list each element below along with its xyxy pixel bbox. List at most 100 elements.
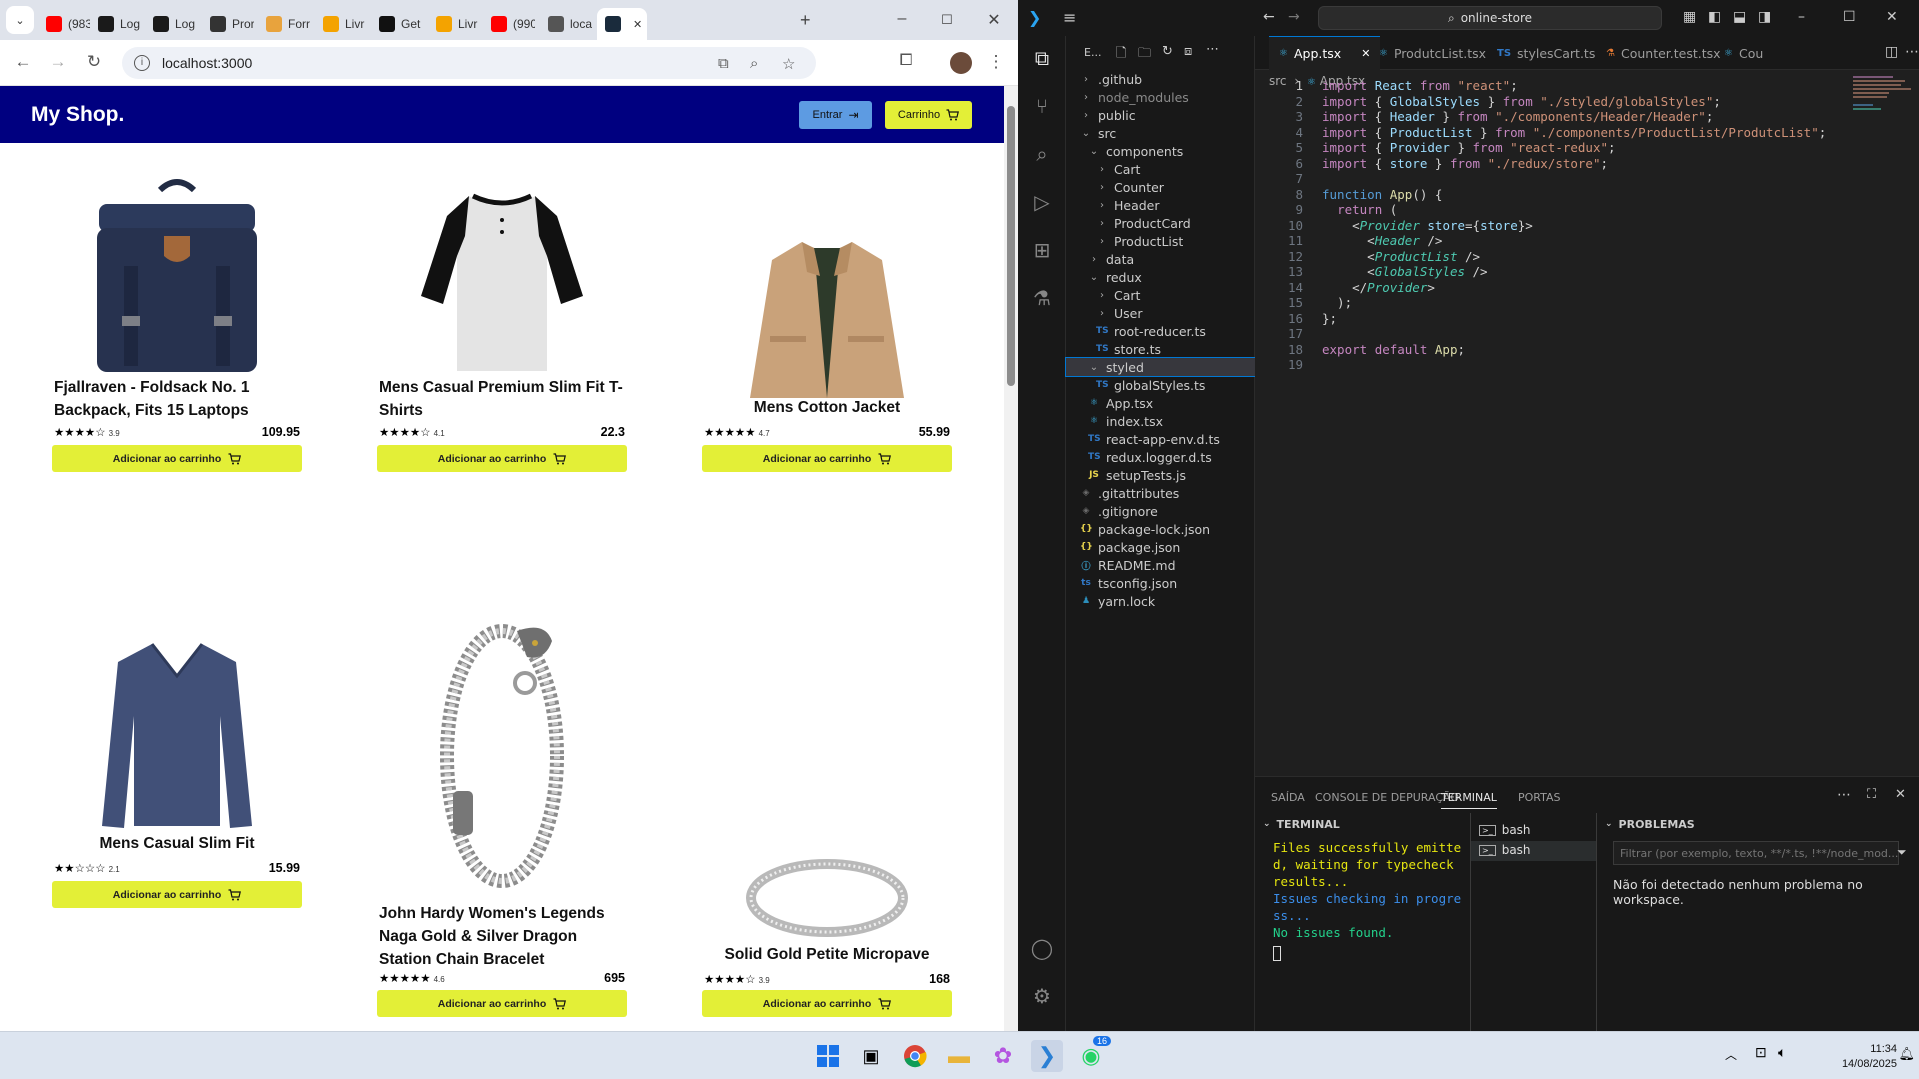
tab-output[interactable]: SAÍDA bbox=[1271, 791, 1305, 804]
tree-folder[interactable]: ⌄ redux bbox=[1066, 268, 1255, 286]
tree-file[interactable]: TS redux.logger.d.ts bbox=[1066, 448, 1255, 466]
zoom-icon[interactable]: ⌕ bbox=[750, 55, 758, 72]
tree-folder[interactable]: › public bbox=[1066, 106, 1255, 124]
browser-tab[interactable]: (990 bbox=[483, 8, 535, 40]
product-title[interactable]: Solid Gold Petite Micropave bbox=[704, 943, 950, 966]
maximize-button[interactable]: ☐ bbox=[935, 12, 959, 28]
tab-debug-console[interactable]: CONSOLE DE DEPURAÇÃO bbox=[1315, 791, 1459, 804]
add-to-cart-button[interactable]: Adicionar ao carrinho bbox=[377, 990, 627, 1017]
tree-folder[interactable]: › .github bbox=[1066, 70, 1255, 88]
tree-file[interactable]: TS root-reducer.ts bbox=[1066, 322, 1255, 340]
tab-ports[interactable]: PORTAS bbox=[1518, 791, 1561, 804]
browser-tab[interactable]: loca bbox=[540, 8, 592, 40]
toggle-panel-icon[interactable]: ⬓ bbox=[1733, 9, 1746, 25]
more-actions-icon[interactable]: ⋯ bbox=[1905, 44, 1919, 60]
new-file-icon[interactable]: 🗋 bbox=[1116, 44, 1126, 66]
shop-logo[interactable]: My Shop. bbox=[31, 103, 124, 127]
split-editor-icon[interactable]: ◫ bbox=[1885, 44, 1898, 60]
close-panel-icon[interactable]: ✕ bbox=[1895, 787, 1906, 802]
add-to-cart-button[interactable]: Adicionar ao carrinho bbox=[377, 445, 627, 472]
add-to-cart-button[interactable]: Adicionar ao carrinho bbox=[52, 445, 302, 472]
tree-file[interactable]: ◈ .gitignore bbox=[1066, 502, 1255, 520]
close-window-button[interactable]: ✕ bbox=[982, 10, 1006, 30]
close-tab-icon[interactable]: ✕ bbox=[633, 18, 642, 31]
maximize-panel-icon[interactable]: ⛶ bbox=[1867, 787, 1876, 802]
more-actions-icon[interactable]: ⋯ bbox=[1206, 42, 1219, 57]
page-scrollbar[interactable] bbox=[1004, 86, 1018, 1031]
source-control-icon[interactable]: ⑂ bbox=[1030, 94, 1054, 118]
reload-button[interactable]: ↻ bbox=[83, 52, 105, 72]
testing-icon[interactable]: ⚗ bbox=[1030, 286, 1054, 310]
tree-file[interactable]: {} package.json bbox=[1066, 538, 1255, 556]
login-button[interactable]: Entrar ⇥ bbox=[799, 101, 872, 129]
tree-folder[interactable]: › ProductList bbox=[1066, 232, 1255, 250]
windows-start-icon[interactable] bbox=[812, 1040, 844, 1072]
file-explorer-icon[interactable]: ▬ bbox=[943, 1040, 975, 1072]
vscode-taskbar-icon[interactable]: ❯ bbox=[1031, 1040, 1063, 1072]
new-folder-icon[interactable]: 🗀 bbox=[1138, 44, 1151, 66]
browser-tab[interactable]: Pror bbox=[202, 8, 254, 40]
tree-folder[interactable]: › Counter bbox=[1066, 178, 1255, 196]
refresh-icon[interactable]: ↻ bbox=[1162, 44, 1173, 59]
product-title[interactable]: John Hardy Women's Legends Naga Gold & S… bbox=[379, 902, 625, 971]
browser-tab[interactable]: Livr bbox=[428, 8, 480, 40]
browser-tab[interactable]: (983 bbox=[38, 8, 90, 40]
forward-arrow-icon[interactable]: → bbox=[1288, 9, 1300, 25]
terminal-item[interactable]: >_ bash bbox=[1479, 843, 1531, 857]
back-arrow-icon[interactable]: ← bbox=[1263, 9, 1275, 25]
scrollbar-thumb[interactable] bbox=[1007, 106, 1015, 386]
search-icon[interactable]: ⌕ bbox=[1030, 142, 1054, 166]
tab-terminal[interactable]: TERMINAL bbox=[1441, 791, 1497, 809]
tree-folder[interactable]: › User bbox=[1066, 304, 1255, 322]
toggle-secondary-sidebar-icon[interactable]: ◨ bbox=[1758, 9, 1771, 25]
tree-file[interactable]: ◈ .gitattributes bbox=[1066, 484, 1255, 502]
browser-tab[interactable]: ✕ bbox=[597, 8, 647, 40]
run-debug-icon[interactable]: ▷ bbox=[1030, 190, 1054, 214]
tree-folder[interactable]: ⌄ src bbox=[1066, 124, 1255, 142]
tree-folder[interactable]: › Header bbox=[1066, 196, 1255, 214]
tree-folder[interactable]: › ProductCard bbox=[1066, 214, 1255, 232]
copilot-icon[interactable]: ✿ bbox=[987, 1040, 1019, 1072]
terminal-view[interactable]: ⌄ TERMINAL Files successfully emitte d, wa… bbox=[1255, 813, 1470, 1032]
menu-hamburger-icon[interactable]: ≡ bbox=[1063, 8, 1076, 27]
install-app-icon[interactable]: ⧉ bbox=[718, 55, 729, 72]
minimize-button[interactable]: – bbox=[1798, 9, 1805, 25]
settings-gear-icon[interactable]: ⚙ bbox=[1030, 984, 1054, 1008]
avatar[interactable] bbox=[950, 52, 972, 74]
terminal-item[interactable]: >_ bash bbox=[1479, 823, 1531, 837]
problems-section-header[interactable]: ⌄ PROBLEMAS bbox=[1597, 813, 1919, 835]
add-to-cart-button[interactable]: Adicionar ao carrinho bbox=[52, 881, 302, 908]
extensions-icon[interactable]: ⊞ bbox=[1030, 238, 1054, 262]
site-info-icon[interactable]: i bbox=[134, 55, 150, 71]
tree-file[interactable]: ts tsconfig.json bbox=[1066, 574, 1255, 592]
extensions-icon[interactable]: ⧠ bbox=[895, 52, 917, 70]
tree-file[interactable]: ⚛ index.tsx bbox=[1066, 412, 1255, 430]
tree-file[interactable]: TS globalStyles.ts bbox=[1066, 376, 1255, 394]
minimize-button[interactable]: – bbox=[890, 10, 914, 28]
add-to-cart-button[interactable]: Adicionar ao carrinho bbox=[702, 445, 952, 472]
volume-icon[interactable]: 🔈︎ bbox=[1778, 1044, 1786, 1061]
editor-tab[interactable]: ⚗ Counter.test.tsx bbox=[1596, 36, 1731, 70]
network-icon[interactable]: ⊡ bbox=[1755, 1044, 1767, 1061]
tree-folder[interactable]: ⌄ components bbox=[1066, 142, 1255, 160]
command-center-search[interactable]: ⌕ online-store bbox=[1318, 6, 1662, 30]
notifications-bell-icon[interactable]: 🔔︎ bbox=[1898, 1046, 1915, 1062]
menu-kebab-icon[interactable]: ⋮ bbox=[985, 52, 1007, 72]
browser-tab[interactable]: Log bbox=[145, 8, 197, 40]
chrome-icon[interactable] bbox=[899, 1040, 931, 1072]
bookmark-star-icon[interactable]: ☆ bbox=[782, 55, 795, 73]
more-actions-icon[interactable]: ⋯ bbox=[1837, 787, 1851, 803]
address-bar[interactable]: i localhost:3000 ☆ ⌕ ⧉ bbox=[122, 47, 816, 79]
add-to-cart-button[interactable]: Adicionar ao carrinho bbox=[702, 990, 952, 1017]
layout-customize-icon[interactable]: ▦ bbox=[1683, 9, 1696, 25]
tree-folder[interactable]: › Cart bbox=[1066, 160, 1255, 178]
product-title[interactable]: Mens Cotton Jacket bbox=[704, 396, 950, 419]
tree-file[interactable]: ⚛ App.tsx bbox=[1066, 394, 1255, 412]
clock[interactable]: 11:34 14/08/2025 bbox=[1842, 1042, 1897, 1072]
forward-button[interactable]: → bbox=[47, 52, 69, 72]
editor-tab[interactable]: ⚛ App.tsx ✕ bbox=[1269, 36, 1381, 70]
toggle-sidebar-icon[interactable]: ◧ bbox=[1708, 9, 1721, 25]
tree-file[interactable]: ♟ yarn.lock bbox=[1066, 592, 1255, 610]
tab-search-button[interactable]: ⌄ bbox=[6, 6, 34, 34]
product-title[interactable]: Fjallraven - Foldsack No. 1 Backpack, Fi… bbox=[54, 376, 300, 422]
